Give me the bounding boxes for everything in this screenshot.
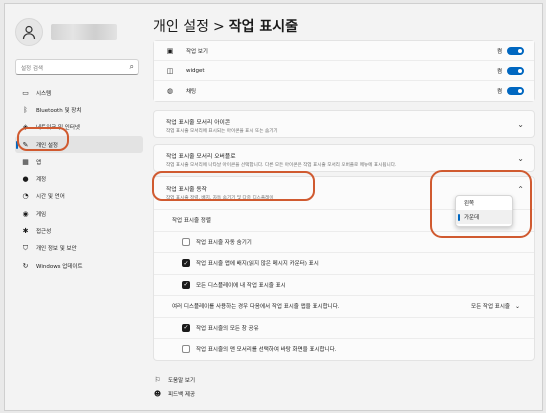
taskbar-item-row: ◍ 채팅 켬 bbox=[154, 81, 534, 101]
sidebar-item-bluetooth[interactable]: ᛒ Bluetooth 및 장치 bbox=[15, 101, 143, 118]
account-icon: ● bbox=[22, 175, 29, 184]
sidebar-item-label: 앱 bbox=[36, 159, 42, 166]
search-input[interactable]: 설정 검색 ⌕ bbox=[15, 59, 139, 75]
sidebar-item-label: 시간 및 언어 bbox=[36, 194, 65, 201]
page-title: 개인 설정 > 작업 표시줄 bbox=[153, 16, 298, 36]
bluetooth-icon: ᛒ bbox=[23, 105, 28, 114]
sidebar-item-system[interactable]: ▭ 시스템 bbox=[15, 84, 143, 101]
option-label: 작업 표시줄 앱에 배지(읽지 않은 메시지 카운터) 표시 bbox=[196, 261, 319, 268]
corner-overflow-section[interactable]: 작업 표시줄 모서리 오버플로 작업 표시줄 모서리에 나타날 아이콘을 선택합… bbox=[153, 144, 535, 172]
profile[interactable] bbox=[15, 18, 117, 46]
help-link[interactable]: ⚐ 도움말 보기 bbox=[153, 373, 195, 387]
badges-checkbox[interactable]: ✓ bbox=[182, 259, 190, 268]
update-icon: ↻ bbox=[22, 261, 29, 270]
sidebar-item-apps[interactable]: ▦ 앱 bbox=[15, 153, 143, 170]
sidebar-item-label: 개인 정보 및 보안 bbox=[36, 246, 77, 253]
option-label: 작업 표시줄의 모든 창 공유 bbox=[196, 325, 259, 332]
feedback-icon: ☻ bbox=[153, 390, 162, 398]
sidebar-item-label: 게임 bbox=[36, 211, 47, 218]
share-windows-checkbox[interactable]: ✓ bbox=[182, 323, 190, 332]
toggle-state: 켬 bbox=[496, 68, 502, 75]
sidebar-item-gaming[interactable]: ◉ 게임 bbox=[15, 205, 143, 222]
sidebar-item-label: 계정 bbox=[36, 177, 47, 184]
section-description: 작업 표시줄 모서리에 표시되는 아이콘을 표시 또는 숨기기 bbox=[166, 129, 278, 134]
chevron-down-icon: ⌄ bbox=[517, 120, 524, 129]
chevron-down-icon: ⌄ bbox=[517, 154, 524, 163]
breadcrumb-current: 작업 표시줄 bbox=[228, 19, 298, 35]
all-displays-checkbox[interactable]: ✓ bbox=[182, 280, 190, 289]
taskbar-item-label: 채팅 bbox=[186, 89, 197, 95]
feedback-link[interactable]: ☻ 피드백 제공 bbox=[153, 387, 195, 401]
option-label: 작업 표시줄 자동 숨기기 bbox=[196, 239, 252, 246]
multi-display-select[interactable]: 모든 작업 표시줄 ⌄ bbox=[471, 302, 520, 311]
sidebar: 설정 검색 ⌕ ▭ 시스템 ᛒ Bluetooth 및 장치 ◈ 네트워크 및 … bbox=[5, 4, 153, 412]
widget-toggle[interactable] bbox=[507, 66, 524, 75]
section-description: 작업 표시줄 모서리에 나타날 아이콘을 선택합니다. 다른 모든 아이콘은 작… bbox=[166, 163, 397, 168]
option-row[interactable]: ✓ 작업 표시줄의 모든 창 공유 bbox=[154, 316, 534, 339]
feedback-label: 피드백 제공 bbox=[168, 392, 196, 398]
autohide-checkbox[interactable] bbox=[182, 237, 190, 246]
task-view-toggle[interactable] bbox=[507, 46, 524, 55]
option-label: 모든 디스플레이에 내 작업 표시줄 표시 bbox=[196, 282, 286, 289]
sidebar-item-label: Bluetooth 및 장치 bbox=[36, 107, 82, 114]
chat-toggle[interactable] bbox=[507, 87, 524, 95]
option-label: 작업 표시줄의 맨 모서리를 선택하여 바탕 화면을 표시합니다. bbox=[196, 347, 337, 354]
breadcrumb-parent[interactable]: 개인 설정 bbox=[153, 19, 209, 35]
sidebar-item-accounts[interactable]: ● 계정 bbox=[15, 170, 143, 187]
section-title: 작업 표시줄 모서리 아이콘 bbox=[166, 120, 231, 126]
widget-icon: ◫ bbox=[166, 66, 174, 75]
footer-links: ⚐ 도움말 보기 ☻ 피드백 제공 bbox=[153, 373, 195, 401]
toggle-state: 켬 bbox=[496, 48, 502, 55]
sidebar-item-privacy[interactable]: ⛉ 개인 정보 및 보안 bbox=[15, 240, 143, 257]
search-icon: ⌕ bbox=[129, 62, 134, 71]
accessibility-icon: ✱ bbox=[22, 227, 29, 236]
gamepad-icon: ◉ bbox=[22, 209, 29, 218]
username-blurred bbox=[51, 24, 117, 40]
taskbar-item-row: ▣ 작업 보기 켬 bbox=[154, 41, 534, 61]
apps-icon: ▦ bbox=[22, 157, 29, 166]
shield-icon: ⛉ bbox=[22, 243, 29, 252]
taskbar-item-label: 작업 보기 bbox=[186, 48, 208, 55]
option-row[interactable]: ✓ 모든 디스플레이에 내 작업 표시줄 표시 bbox=[154, 273, 534, 296]
taskbar-item-row: ◫ widget 켬 bbox=[154, 61, 534, 81]
task-view-icon: ▣ bbox=[166, 46, 174, 55]
toggle-state: 켬 bbox=[496, 89, 502, 95]
sidebar-item-label: 시스템 bbox=[36, 90, 52, 97]
annotation-taskbar-behaviors bbox=[152, 171, 315, 201]
taskbar-items-card: ▣ 작업 보기 켬 ◫ widget 켬 ◍ 채팅 켬 bbox=[153, 40, 535, 102]
option-row[interactable]: ✓ 작업 표시줄 앱에 배지(읽지 않은 메시지 카운터) 표시 bbox=[154, 252, 534, 274]
user-icon bbox=[22, 25, 36, 40]
annotation-personalization bbox=[17, 127, 69, 151]
search-placeholder: 설정 검색 bbox=[21, 66, 43, 72]
annotation-alignment-dropdown bbox=[430, 170, 532, 238]
monitor-icon: ▭ bbox=[22, 88, 29, 97]
sidebar-item-label: 접근성 bbox=[36, 229, 52, 236]
globe-clock-icon: ◔ bbox=[22, 192, 29, 201]
option-row[interactable]: 작업 표시줄의 맨 모서리를 선택하여 바탕 화면을 표시합니다. bbox=[154, 338, 534, 360]
chat-icon: ◍ bbox=[166, 87, 174, 95]
help-label: 도움말 보기 bbox=[168, 378, 196, 384]
sidebar-item-windows-update[interactable]: ↻ Windows 업데이트 bbox=[15, 257, 143, 274]
breadcrumb-separator: > bbox=[212, 19, 225, 35]
sidebar-item-time-language[interactable]: ◔ 시간 및 언어 bbox=[15, 188, 143, 205]
taskbar-item-label: widget bbox=[186, 67, 205, 74]
help-icon: ⚐ bbox=[154, 376, 161, 384]
sidebar-nav: ▭ 시스템 ᛒ Bluetooth 및 장치 ◈ 네트워크 및 인터넷 ✎ 개인… bbox=[15, 84, 143, 274]
multi-display-label: 여러 디스플레이를 사용하는 경우 다음에서 작업 표시줄 앱을 표시합니다. bbox=[172, 304, 340, 311]
avatar bbox=[15, 18, 43, 46]
multi-display-value: 모든 작업 표시줄 bbox=[471, 304, 510, 311]
sidebar-item-label: Windows 업데이트 bbox=[36, 263, 83, 270]
show-desktop-checkbox[interactable] bbox=[182, 345, 190, 354]
alignment-label: 작업 표시줄 정렬 bbox=[172, 218, 211, 225]
toggle-wrap: 켬 bbox=[496, 46, 524, 55]
corner-icons-section[interactable]: 작업 표시줄 모서리 아이콘 작업 표시줄 모서리에 표시되는 아이콘을 표시 … bbox=[153, 110, 535, 138]
toggle-wrap: 켬 bbox=[496, 66, 524, 75]
multi-display-row: 여러 디스플레이를 사용하는 경우 다음에서 작업 표시줄 앱을 표시합니다. … bbox=[154, 295, 534, 317]
sidebar-item-accessibility[interactable]: ✱ 접근성 bbox=[15, 222, 143, 239]
toggle-wrap: 켬 bbox=[497, 87, 524, 95]
section-title: 작업 표시줄 모서리 오버플로 bbox=[166, 154, 236, 160]
chevron-down-icon: ⌄ bbox=[514, 302, 520, 310]
